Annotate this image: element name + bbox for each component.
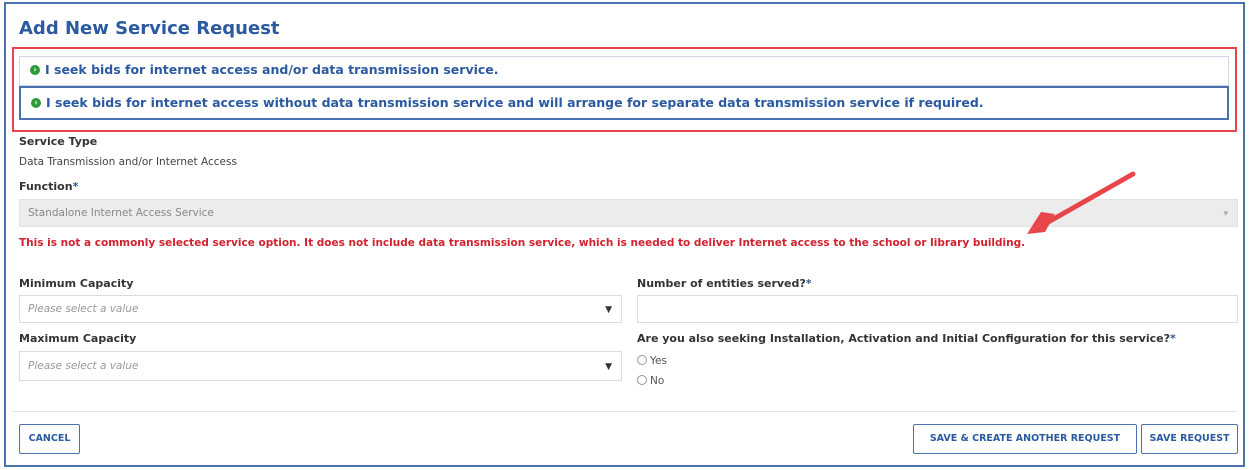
- min-capacity-select[interactable]: Please select a value ▼: [19, 295, 622, 323]
- max-capacity-placeholder: Please select a value: [28, 360, 139, 372]
- function-label: Function*: [19, 180, 79, 193]
- max-capacity-label: Maximum Capacity: [19, 332, 137, 345]
- min-capacity-label: Minimum Capacity: [19, 277, 134, 290]
- option-internet-only[interactable]: › I seek bids for internet access without…: [19, 86, 1229, 120]
- entities-label: Number of entities served?*: [637, 277, 812, 290]
- cancel-button[interactable]: CANCEL: [19, 424, 80, 454]
- circle-chevron-right-icon: ›: [30, 64, 40, 75]
- circle-chevron-right-icon: ›: [31, 97, 41, 108]
- required-marker: *: [805, 277, 812, 290]
- radio-circle-icon: [637, 375, 647, 385]
- save-and-create-another-button[interactable]: SAVE & CREATE ANOTHER REQUEST: [913, 424, 1137, 454]
- function-select-value: Standalone Internet Access Service: [28, 207, 214, 219]
- function-warning: This is not a commonly selected service …: [19, 237, 1026, 249]
- radio-circle-icon: [637, 355, 647, 365]
- installation-label: Are you also seeking Installation, Activ…: [637, 332, 1176, 345]
- max-capacity-select[interactable]: Please select a value ▼: [19, 351, 622, 381]
- save-request-button[interactable]: SAVE REQUEST: [1141, 424, 1238, 454]
- option-internet-and-data[interactable]: › I seek bids for internet access and/or …: [19, 56, 1229, 86]
- min-capacity-placeholder: Please select a value: [28, 303, 139, 315]
- option-label: I seek bids for internet access and/or d…: [45, 62, 499, 77]
- service-type-value: Data Transmission and/or Internet Access: [19, 156, 237, 168]
- option-label: I seek bids for internet access without …: [46, 95, 984, 110]
- caret-down-icon: ▼: [605, 305, 612, 315]
- installation-no-radio[interactable]: No: [637, 375, 664, 387]
- footer-divider: [12, 411, 1237, 412]
- red-arrow-icon: [1027, 171, 1136, 234]
- required-marker: *: [72, 180, 79, 193]
- installation-yes-radio[interactable]: Yes: [637, 355, 667, 367]
- required-marker: *: [1169, 332, 1176, 345]
- caret-down-icon: ▼: [605, 362, 612, 372]
- caret-down-icon: ▾: [1223, 209, 1228, 219]
- entities-input[interactable]: [637, 295, 1238, 323]
- service-type-label: Service Type: [19, 135, 98, 148]
- page-title: Add New Service Request: [19, 18, 280, 39]
